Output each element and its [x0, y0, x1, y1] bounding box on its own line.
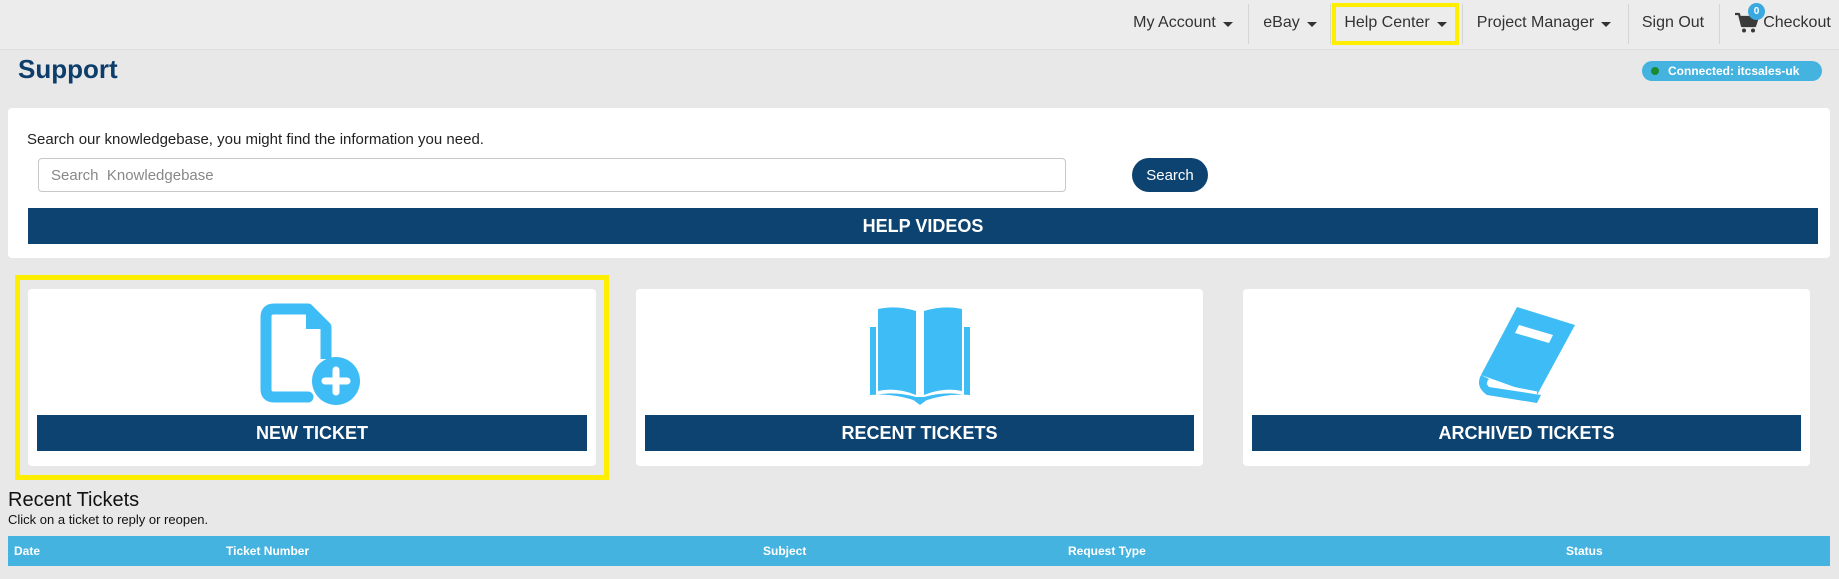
recent-tickets-heading: Recent Tickets	[8, 489, 140, 511]
nav-checkout-label: Checkout	[1763, 14, 1831, 31]
help-center-highlight	[1332, 3, 1459, 45]
nav-ebay[interactable]: eBay	[1251, 0, 1329, 46]
top-navbar: My Account eBay Help Center Project Mana…	[0, 0, 1839, 50]
nav-project-manager[interactable]: Project Manager	[1466, 0, 1622, 46]
search-button[interactable]: Search	[1132, 158, 1208, 192]
nav-divider	[1330, 4, 1331, 44]
closed-book-icon	[1478, 307, 1575, 403]
status-dot-icon	[1651, 67, 1659, 75]
nav-divider	[1719, 4, 1720, 44]
connection-status-text: Connected: itcsales-uk	[1668, 64, 1800, 78]
nav-divider	[1462, 4, 1463, 44]
nav-sign-out-label: Sign Out	[1641, 14, 1705, 31]
recent-tickets-card[interactable]: RECENT TICKETS	[636, 289, 1203, 466]
recent-tickets-button[interactable]: RECENT TICKETS	[645, 415, 1194, 451]
column-header-subject[interactable]: Subject	[763, 536, 806, 566]
nav-checkout[interactable]: Checkout	[1762, 0, 1832, 46]
archived-tickets-button[interactable]: ARCHIVED TICKETS	[1252, 415, 1801, 451]
knowledgebase-search-input[interactable]	[38, 158, 1066, 192]
archived-tickets-card[interactable]: ARCHIVED TICKETS	[1243, 289, 1810, 466]
search-hint: Search our knowledgebase, you might find…	[27, 131, 484, 148]
nav-ebay-label: eBay	[1263, 14, 1300, 31]
new-ticket-highlight	[15, 275, 609, 480]
column-header-date[interactable]: Date	[14, 536, 40, 566]
nav-divider	[1248, 4, 1249, 44]
page-title: Support	[18, 54, 118, 84]
nav-project-manager-label: Project Manager	[1476, 14, 1595, 31]
caret-down-icon	[1601, 21, 1612, 27]
caret-down-icon	[1306, 21, 1317, 27]
column-header-request-type[interactable]: Request Type	[1068, 536, 1146, 566]
open-book-icon	[869, 307, 970, 405]
help-videos-button[interactable]: HELP VIDEOS	[28, 208, 1818, 244]
connection-status-badge: Connected: itcsales-uk	[1642, 61, 1822, 81]
column-header-ticket-number[interactable]: Ticket Number	[226, 536, 309, 566]
nav-divider	[1628, 4, 1629, 44]
caret-down-icon	[1222, 21, 1233, 27]
nav-sign-out[interactable]: Sign Out	[1632, 0, 1714, 46]
column-header-status[interactable]: Status	[1566, 536, 1603, 566]
recent-tickets-subtitle: Click on a ticket to reply or reopen.	[8, 512, 209, 527]
knowledgebase-search-panel: Search our knowledgebase, you might find…	[8, 108, 1830, 258]
tickets-table-header: Date Ticket Number Subject Request Type …	[8, 536, 1830, 566]
nav-my-account-label: My Account	[1133, 14, 1216, 31]
nav-my-account[interactable]: My Account	[1121, 0, 1245, 46]
